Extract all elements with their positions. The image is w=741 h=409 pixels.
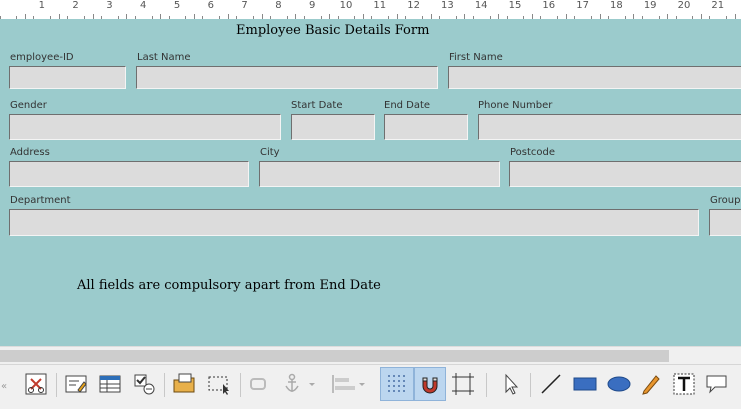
group-label: Group — [710, 195, 741, 206]
horizontal-ruler[interactable]: 12345678910111213141516171819202122 — [0, 0, 741, 20]
cut-form-icon[interactable] — [22, 369, 50, 399]
phone-number-label: Phone Number — [478, 100, 553, 111]
postcode-field[interactable] — [509, 161, 741, 187]
employee-id-field[interactable] — [9, 66, 126, 89]
align-icon[interactable] — [328, 369, 368, 399]
last-name-field[interactable] — [136, 66, 438, 89]
open-folder-icon[interactable] — [170, 369, 200, 399]
text-icon[interactable] — [670, 369, 698, 399]
callout-icon[interactable] — [702, 369, 732, 399]
pointer-icon[interactable] — [498, 369, 524, 399]
ruler-number: 14 — [474, 0, 488, 11]
scrollbar-thumb[interactable] — [0, 350, 669, 362]
phone-number-field[interactable] — [478, 114, 741, 140]
start-date-field[interactable] — [291, 114, 375, 140]
city-field[interactable] — [259, 161, 500, 187]
ruler-number: 12 — [407, 0, 420, 11]
ruler-number: 6 — [207, 0, 214, 11]
line-icon[interactable] — [538, 369, 564, 399]
address-label: Address — [10, 147, 50, 158]
postcode-label: Postcode — [510, 147, 556, 158]
ruler-number: 17 — [576, 0, 589, 11]
table-control-icon[interactable] — [96, 369, 124, 399]
ruler-number: 3 — [106, 0, 113, 11]
checkbox-control-icon[interactable] — [130, 369, 158, 399]
grid-icon[interactable] — [380, 367, 414, 401]
ellipse-icon[interactable] — [604, 369, 634, 399]
ruler-number: 4 — [140, 0, 147, 11]
ruler-number: 18 — [610, 0, 623, 11]
employee-id-label: employee-ID — [10, 52, 74, 63]
address-field[interactable] — [9, 161, 249, 187]
compulsory-note: All fields are compulsory apart from End… — [77, 278, 381, 293]
ruler-number: 15 — [508, 0, 522, 11]
ruler-number: 8 — [275, 0, 282, 11]
ruler-number: 13 — [441, 0, 454, 11]
anchor-icon[interactable] — [278, 369, 318, 399]
form-design-icon[interactable] — [62, 369, 90, 399]
helplines-icon[interactable] — [450, 369, 476, 399]
start-date-label: Start Date — [291, 100, 343, 111]
gender-label: Gender — [10, 100, 47, 111]
city-label: City — [260, 147, 280, 158]
department-field[interactable] — [9, 209, 699, 236]
gender-field[interactable] — [9, 114, 281, 140]
ruler-number: 1 — [38, 0, 45, 11]
ruler-number: 9 — [309, 0, 316, 11]
group-field[interactable] — [709, 209, 741, 236]
form-canvas: Employee Basic Details Form employee-ID … — [0, 19, 741, 346]
select-region-icon[interactable] — [204, 369, 234, 399]
ruler-number: 2 — [72, 0, 79, 11]
ruler-number: 16 — [542, 0, 556, 11]
ruler-number: 20 — [677, 0, 691, 11]
rectangle-icon[interactable] — [570, 369, 600, 399]
first-name-label: First Name — [449, 52, 503, 63]
svg-text:«: « — [1, 381, 7, 392]
group-icon[interactable] — [246, 369, 270, 399]
ruler-number: 21 — [711, 0, 725, 11]
end-date-field[interactable] — [384, 114, 468, 140]
ruler-number: 5 — [173, 0, 181, 11]
ruler-number: 10 — [339, 0, 353, 11]
ruler-number: 11 — [373, 0, 387, 11]
overflow-arrow-icon[interactable]: « — [0, 369, 14, 399]
form-title: Employee Basic Details Form — [236, 23, 430, 38]
first-name-field[interactable] — [448, 66, 741, 89]
form-design-toolbar: « — [0, 364, 741, 409]
ruler-number: 7 — [241, 0, 248, 11]
horizontal-scrollbar[interactable] — [0, 346, 741, 365]
department-label: Department — [10, 195, 71, 206]
snap-magnet-icon[interactable] — [414, 367, 446, 401]
ruler-number: 19 — [643, 0, 657, 11]
last-name-label: Last Name — [137, 52, 191, 63]
end-date-label: End Date — [384, 100, 431, 111]
pencil-icon[interactable] — [638, 369, 664, 399]
